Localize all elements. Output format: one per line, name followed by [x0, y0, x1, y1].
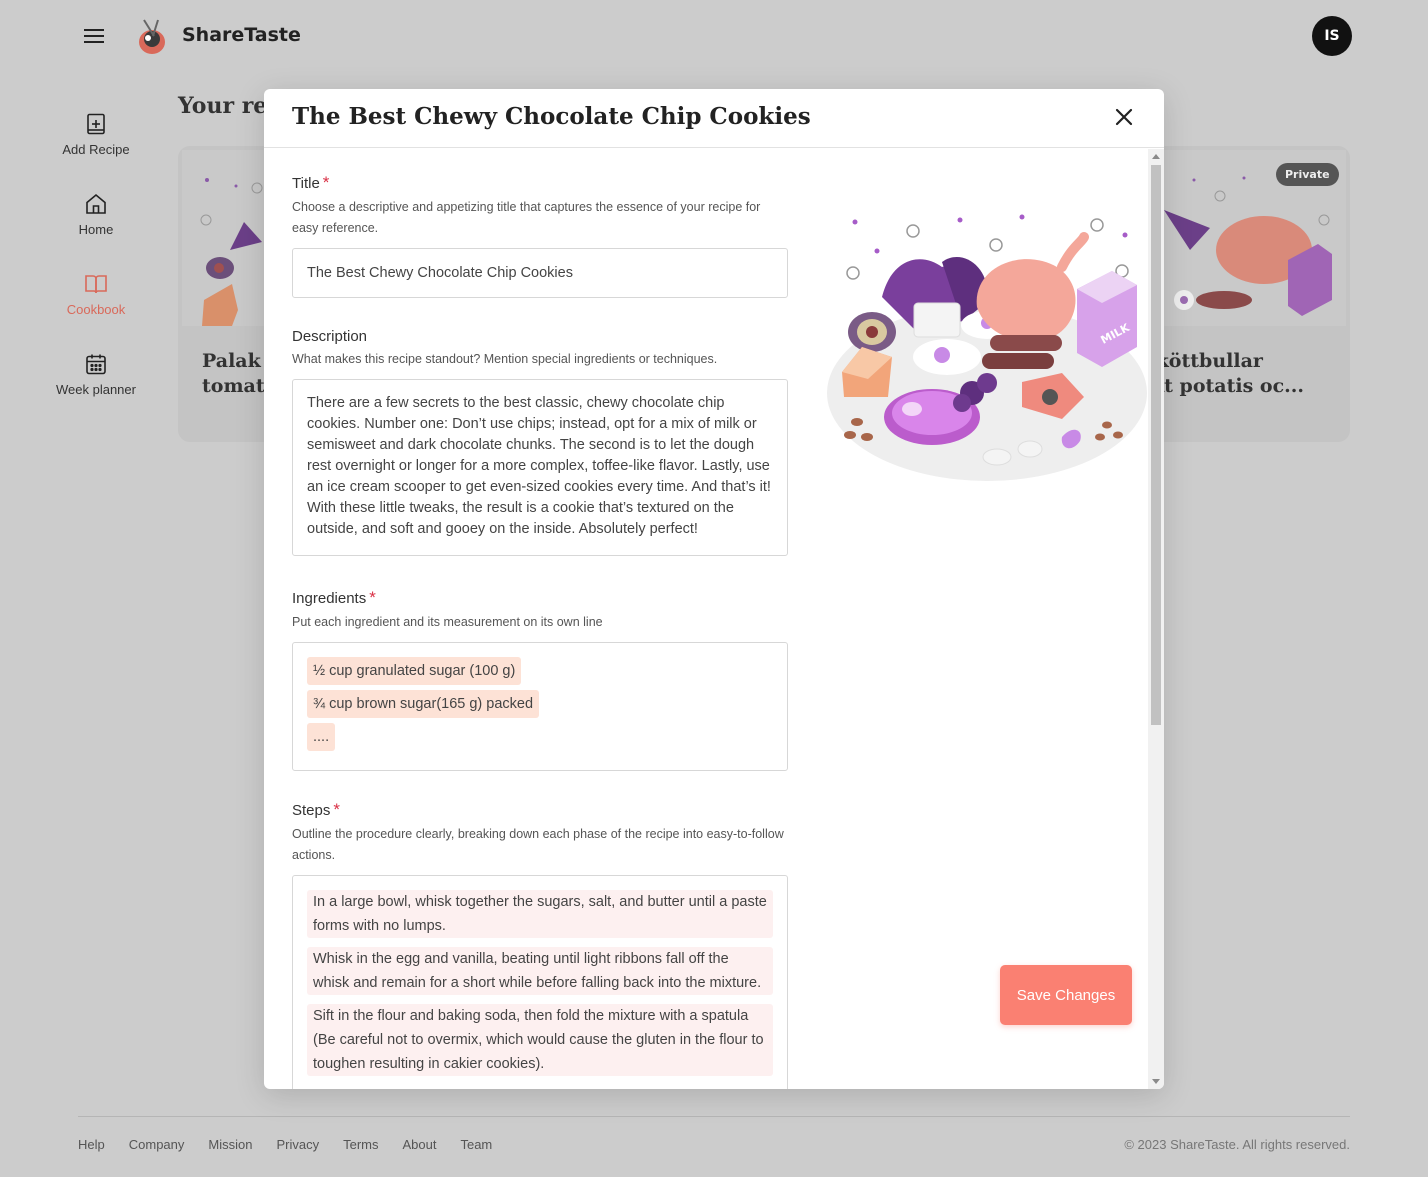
scrollbar-thumb[interactable] — [1151, 165, 1161, 725]
status-badge: Private — [1276, 163, 1339, 186]
modal-scrollbar[interactable] — [1148, 149, 1164, 1089]
footer-link-team[interactable]: Team — [460, 1137, 492, 1152]
ingredient-item[interactable]: .... — [307, 723, 336, 751]
scroll-up-arrow-icon[interactable] — [1152, 154, 1160, 159]
hamburger-menu-icon[interactable] — [84, 25, 108, 47]
description-label: Description — [292, 328, 368, 345]
top-bar: ShareTaste IS — [0, 0, 1428, 72]
footer-link-terms[interactable]: Terms — [343, 1137, 378, 1152]
sidebar-item-home[interactable]: Home — [40, 180, 152, 260]
page-title: Your re — [178, 93, 268, 119]
steps-label: Steps * — [292, 800, 340, 819]
scroll-down-arrow-icon[interactable] — [1152, 1079, 1160, 1084]
description-textarea[interactable]: There are a few secrets to the best clas… — [292, 379, 788, 556]
copyright-text: © 2023 ShareTaste. All rights reserved. — [1124, 1137, 1350, 1152]
description-help-text: What makes this recipe standout? Mention… — [292, 352, 718, 366]
ingredients-label: Ingredients * — [292, 588, 376, 607]
modal-body: Title * Choose a descriptive and appetizi… — [264, 149, 1148, 1089]
ingredient-item[interactable]: ½ cup granulated sugar (100 g) — [307, 657, 522, 685]
brand-name[interactable]: ShareTaste — [182, 24, 301, 46]
ingredients-help-text: Put each ingredient and its measurement … — [292, 615, 603, 629]
description-field: Description What makes this recipe stand… — [292, 328, 788, 556]
steps-field: Steps * Outline the procedure clearly, br… — [292, 800, 788, 1089]
food-illustration: MILK — [827, 214, 1147, 481]
steps-editor[interactable]: In a large bowl, whisk together the suga… — [292, 875, 788, 1089]
step-item[interactable]: Whisk in the egg and vanilla, beating un… — [307, 947, 773, 995]
sidebar-item-label: Week planner — [56, 382, 136, 397]
title-field: Title * Choose a descriptive and appetizi… — [292, 173, 788, 298]
sidebar-item-label: Cookbook — [66, 302, 126, 317]
calendar-icon — [86, 354, 106, 375]
footer-link-help[interactable]: Help — [78, 1137, 105, 1152]
step-item[interactable]: In a large bowl, whisk together the suga… — [307, 890, 773, 938]
logo-icon[interactable] — [136, 18, 168, 56]
required-mark: * — [333, 800, 340, 819]
add-recipe-icon — [87, 113, 105, 135]
footer: Help Company Mission Privacy Terms About… — [78, 1116, 1350, 1152]
footer-links: Help Company Mission Privacy Terms About… — [78, 1137, 516, 1152]
modal-title: The Best Chewy Chocolate Chip Cookies — [292, 103, 811, 130]
required-mark: * — [369, 588, 376, 607]
required-mark: * — [322, 173, 330, 192]
edit-recipe-modal: The Best Chewy Chocolate Chip Cookies Ti… — [264, 89, 1164, 1089]
footer-link-company[interactable]: Company — [129, 1137, 185, 1152]
modal-header: The Best Chewy Chocolate Chip Cookies — [264, 89, 1164, 148]
steps-help-text: Outline the procedure clearly, breaking … — [292, 827, 784, 862]
ingredient-item[interactable]: ¾ cup brown sugar(165 g) packed — [307, 690, 540, 718]
ingredients-field: Ingredients * Put each ingredient and its… — [292, 588, 788, 771]
home-icon — [86, 193, 106, 214]
footer-link-mission[interactable]: Mission — [208, 1137, 252, 1152]
sidebar-nav: Add Recipe Home Cookbook Week planner — [40, 100, 152, 420]
step-item[interactable]: Sift in the flour and baking soda, then … — [307, 1004, 773, 1076]
ingredients-editor[interactable]: ½ cup granulated sugar (100 g) ¾ cup bro… — [292, 642, 788, 771]
footer-link-privacy[interactable]: Privacy — [276, 1137, 319, 1152]
save-changes-button[interactable]: Save Changes — [1000, 965, 1132, 1025]
sidebar-item-add-recipe[interactable]: Add Recipe — [40, 100, 152, 180]
sidebar-item-week-planner[interactable]: Week planner — [40, 340, 152, 420]
sidebar-item-label: Home — [78, 222, 114, 237]
book-icon — [85, 275, 107, 294]
title-input[interactable] — [292, 248, 788, 298]
close-icon[interactable] — [1114, 107, 1134, 127]
title-help-text: Choose a descriptive and appetizing titl… — [292, 200, 761, 235]
sidebar-item-label: Add Recipe — [62, 142, 130, 157]
title-label: Title * — [292, 173, 330, 192]
footer-link-about[interactable]: About — [402, 1137, 436, 1152]
user-avatar[interactable]: IS — [1312, 16, 1352, 56]
sidebar-item-cookbook[interactable]: Cookbook — [40, 260, 152, 340]
